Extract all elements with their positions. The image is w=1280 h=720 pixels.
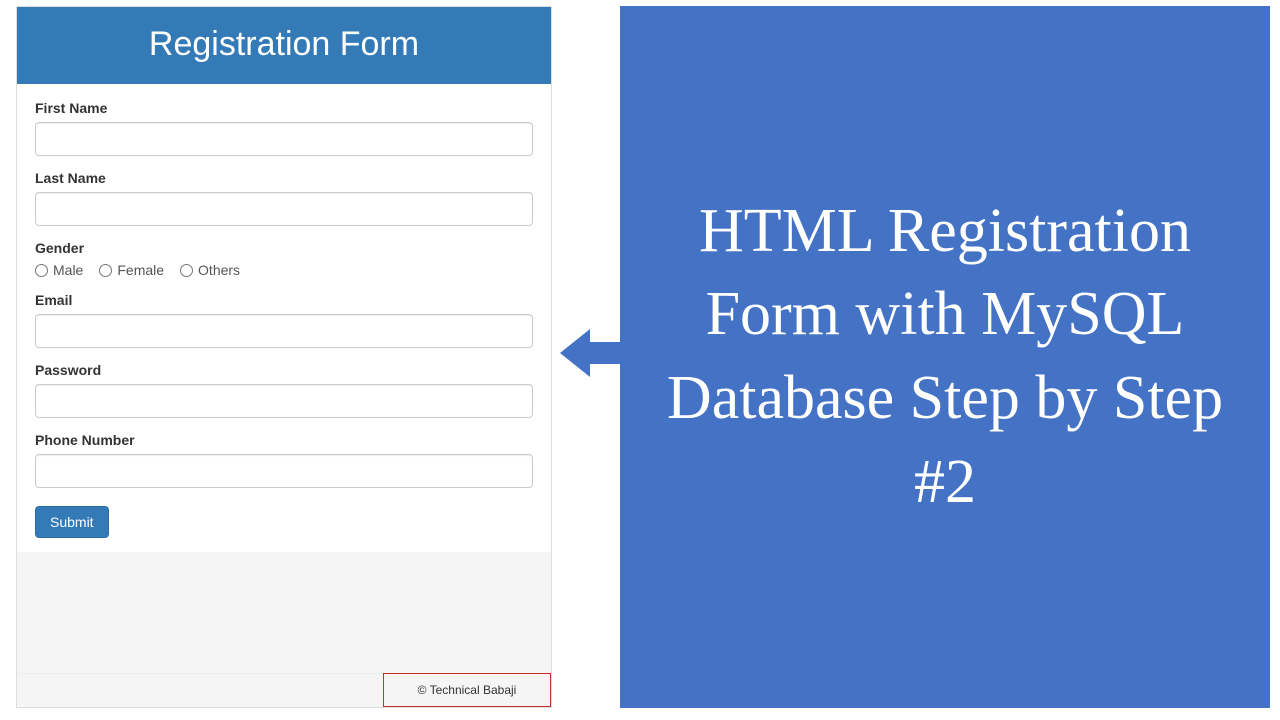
password-label: Password (35, 362, 533, 378)
copyright-text: © Technical Babaji (418, 683, 517, 697)
email-label: Email (35, 292, 533, 308)
first-name-label: First Name (35, 100, 533, 116)
footer-strip: © Technical Babaji (17, 673, 551, 707)
phone-input[interactable] (35, 454, 533, 488)
phone-label: Phone Number (35, 432, 533, 448)
gender-group: Gender Male Female Others (35, 240, 533, 278)
promo-text: HTML Registration Form with MySQL Databa… (650, 190, 1240, 525)
form-title: Registration Form (17, 7, 551, 84)
gender-others-radio[interactable] (180, 264, 193, 277)
phone-group: Phone Number (35, 432, 533, 488)
gender-female-radio[interactable] (99, 264, 112, 277)
first-name-input[interactable] (35, 122, 533, 156)
gender-female-item[interactable]: Female (99, 262, 164, 278)
form-body: First Name Last Name Gender Male Female (17, 84, 551, 552)
gender-male-label: Male (53, 262, 83, 278)
arrow-left-icon (560, 322, 620, 384)
gender-label: Gender (35, 240, 533, 256)
gender-female-label: Female (117, 262, 164, 278)
gender-others-label: Others (198, 262, 240, 278)
gender-male-radio[interactable] (35, 264, 48, 277)
last-name-group: Last Name (35, 170, 533, 226)
submit-button[interactable]: Submit (35, 506, 109, 538)
gender-others-item[interactable]: Others (180, 262, 240, 278)
email-group: Email (35, 292, 533, 348)
last-name-label: Last Name (35, 170, 533, 186)
promo-panel: HTML Registration Form with MySQL Databa… (620, 6, 1270, 708)
registration-form-panel: Registration Form First Name Last Name G… (16, 6, 552, 708)
arrow-shaft (590, 342, 620, 364)
password-group: Password (35, 362, 533, 418)
last-name-input[interactable] (35, 192, 533, 226)
copyright-box: © Technical Babaji (383, 673, 551, 707)
arrow-head (560, 329, 590, 377)
first-name-group: First Name (35, 100, 533, 156)
password-input[interactable] (35, 384, 533, 418)
gender-radio-row: Male Female Others (35, 262, 533, 278)
gender-male-item[interactable]: Male (35, 262, 83, 278)
email-input[interactable] (35, 314, 533, 348)
